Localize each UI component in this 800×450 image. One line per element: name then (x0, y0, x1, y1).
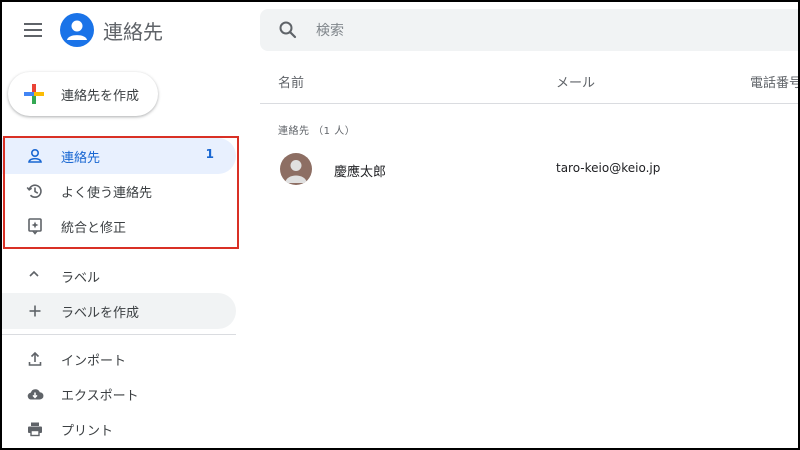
merge-fix-icon (25, 216, 45, 236)
plus-icon (25, 301, 45, 321)
column-header-phone[interactable]: 電話番号 (750, 72, 798, 91)
sidebar-item-export[interactable]: エクスポート (2, 376, 236, 412)
search-bar[interactable] (260, 9, 798, 51)
contacts-logo-icon (60, 13, 94, 47)
upload-icon (25, 349, 45, 369)
sidebar-item-label: よく使う連絡先 (61, 186, 153, 201)
sidebar-item-import[interactable]: インポート (2, 341, 236, 377)
list-header-divider (260, 103, 798, 104)
sidebar-item-print[interactable]: プリント (2, 411, 236, 447)
sidebar-item-merge-fix[interactable]: 統合と修正 (2, 208, 236, 244)
search-input[interactable] (314, 17, 778, 45)
sidebar-item-label: 統合と修正 (61, 221, 127, 236)
search-icon[interactable] (278, 20, 298, 40)
colored-plus-icon (22, 82, 46, 106)
contact-email: taro-keio@keio.jp (556, 161, 661, 175)
column-header-name[interactable]: 名前 (278, 72, 304, 91)
sidebar-item-frequent[interactable]: よく使う連絡先 (2, 173, 236, 209)
sidebar-divider (2, 334, 236, 335)
chevron-up-icon (26, 266, 42, 282)
history-icon (25, 181, 45, 201)
sidebar-item-label: エクスポート (61, 389, 139, 404)
avatar (280, 153, 312, 185)
sidebar-item-label: ラベルを作成 (61, 306, 140, 321)
sidebar-item-create-label[interactable]: ラベルを作成 (2, 293, 236, 329)
table-row[interactable]: 慶應太郎 taro-keio@keio.jp (260, 148, 798, 192)
contact-name: 慶應太郎 (334, 165, 387, 180)
contact-count-badge: 1 (205, 147, 214, 161)
create-contact-label: 連絡先を作成 (61, 89, 140, 104)
column-header-email[interactable]: メール (556, 72, 595, 91)
sidebar-item-label: 連絡先 (61, 151, 101, 166)
cloud-download-icon (25, 384, 45, 404)
sidebar-item-label: インポート (61, 354, 127, 369)
app-title: 連絡先 (103, 20, 163, 44)
person-icon (25, 146, 45, 166)
sidebar-item-contacts[interactable]: 連絡先 1 (2, 138, 236, 174)
labels-section-toggle[interactable]: ラベル (2, 260, 236, 290)
app-window: 連絡先 連絡先を作成 連絡先 1 (0, 0, 800, 450)
sidebar-item-label: プリント (61, 424, 114, 439)
main-menu-icon[interactable] (24, 20, 44, 40)
labels-section-label: ラベル (61, 271, 101, 286)
create-contact-button[interactable]: 連絡先を作成 (8, 72, 158, 116)
printer-icon (25, 419, 45, 439)
contact-group-title: 連絡先 （1 人） (278, 126, 356, 137)
